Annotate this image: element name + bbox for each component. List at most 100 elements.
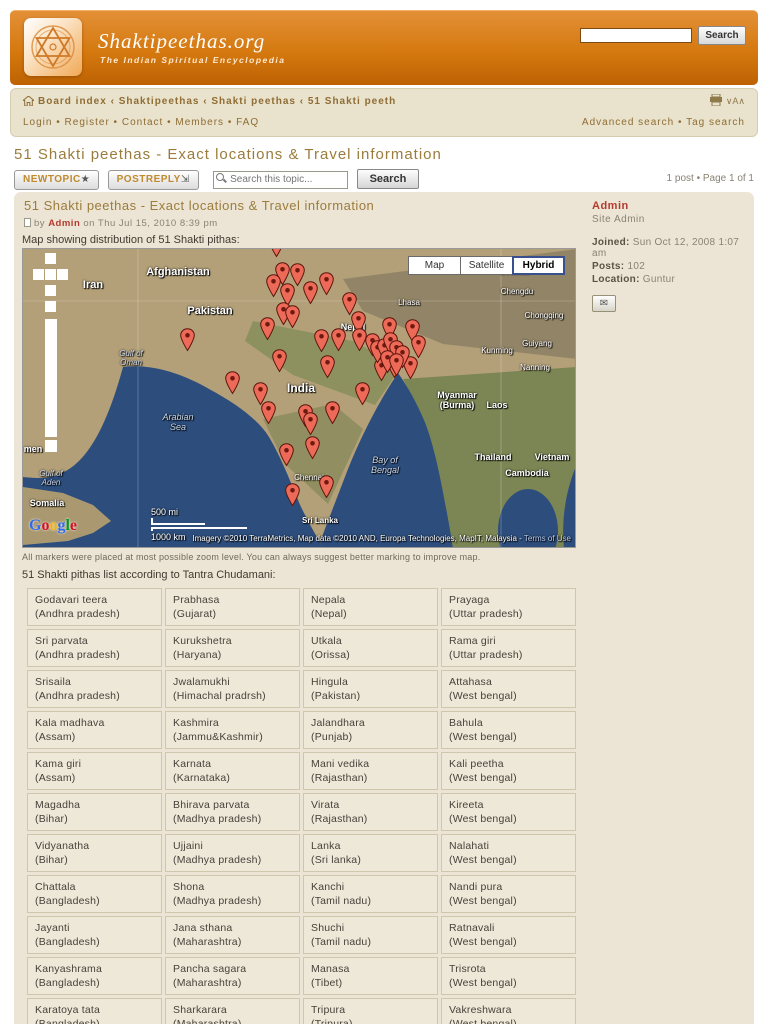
map-marker-icon[interactable] (279, 443, 294, 467)
profile-username[interactable]: Admin (592, 200, 750, 212)
nav-link-tag-search[interactable]: Tag search (686, 117, 745, 128)
map-marker-icon[interactable] (331, 328, 346, 352)
map-marker-icon[interactable] (320, 355, 335, 379)
pitha-cell: Prabhasa (Gujarat) (165, 588, 300, 626)
pitha-cell: Mani vedika (Rajasthan) (303, 752, 438, 790)
breadcrumb-link[interactable]: 51 Shakti peeth (308, 96, 396, 107)
post-byline: by Admin on Thu Jul 15, 2010 8:39 pm (24, 218, 218, 229)
pitha-cell: Jalandhara (Punjab) (303, 711, 438, 749)
map-marker-icon[interactable] (180, 328, 195, 352)
map-marker-icon[interactable] (261, 401, 276, 425)
map-type-map[interactable]: Map (408, 256, 461, 275)
nav-link-contact[interactable]: Contact (122, 117, 163, 128)
pitha-cell: Manasa (Tibet) (303, 957, 438, 995)
pitha-cell: Kurukshetra (Haryana) (165, 629, 300, 667)
profile-posts: Posts: 102 (592, 261, 646, 272)
nav-link-login[interactable]: Login (23, 117, 52, 128)
pitha-cell: Nepala (Nepal) (303, 588, 438, 626)
list-heading: 51 Shakti pithas list according to Tantr… (22, 569, 276, 581)
table-row: Karatoya tata (Bangladesh) Sharkarara (Maha… (27, 998, 576, 1024)
post-title[interactable]: 51 Shakti peethas - Exact locations & Tr… (24, 198, 374, 213)
nav-link-register[interactable]: Register (65, 117, 110, 128)
pitha-table: Godavari teera (Andhra pradesh) Prabhasa (G… (24, 585, 579, 1024)
map-marker-icon[interactable] (285, 483, 300, 507)
map-label: Aden (41, 478, 61, 487)
map-label: Sri Lanka (301, 516, 339, 525)
email-button[interactable]: ✉ (592, 295, 616, 312)
print-icon[interactable] (709, 93, 723, 107)
breadcrumb: Board index ‹ Shaktipeethas ‹ Shakti pee… (23, 96, 396, 107)
pitha-cell: Prayaga (Uttar pradesh) (441, 588, 576, 626)
pitha-cell: Bahula (West bengal) (441, 711, 576, 749)
site-logo[interactable] (24, 18, 82, 76)
topic-search-button[interactable]: Search (356, 169, 420, 189)
table-row: Magadha (Bihar) Bhirava parvata (Madhya pra… (27, 793, 576, 831)
pitha-cell: Kali peetha (West bengal) (441, 752, 576, 790)
post-panel: 51 Shakti peethas - Exact locations & Tr… (14, 192, 754, 1024)
post-author-link[interactable]: Admin (48, 218, 80, 229)
nav-link-advanced-search[interactable]: Advanced search (582, 117, 674, 128)
map-marker-icon[interactable] (305, 436, 320, 460)
map-label: Somalia (29, 498, 65, 508)
site-search-input[interactable] (580, 28, 692, 43)
pitha-cell: Srisaila (Andhra pradesh) (27, 670, 162, 708)
map-label: Sea (169, 422, 187, 432)
post-icon[interactable] (24, 218, 31, 227)
table-row: Chattala (Bangladesh) Shona (Madhya pradesh… (27, 875, 576, 913)
post-reply-icon: ⇲ (180, 174, 190, 185)
email-icon: ✉ (599, 298, 609, 309)
pitha-cell: Kashmira (Jammu&Kashmir) (165, 711, 300, 749)
map-marker-icon[interactable] (269, 249, 284, 258)
map-label: Chongqing (524, 311, 564, 320)
google-logo[interactable]: Google (29, 517, 77, 535)
pitha-cell: Kanyashrama (Bangladesh) (27, 957, 162, 995)
map-marker-icon[interactable] (389, 353, 404, 377)
pitha-cell: Nalahati (West bengal) (441, 834, 576, 872)
map-marker-icon[interactable] (303, 412, 318, 436)
pitha-cell: Jwalamukhi (Himachal pradrsh) (165, 670, 300, 708)
site-banner: Shaktipeethas.org The Indian Spiritual E… (10, 10, 758, 85)
map-marker-icon[interactable] (319, 475, 334, 499)
breadcrumb-link[interactable]: Shaktipeethas (119, 96, 200, 107)
site-title[interactable]: Shaktipeethas.org (98, 29, 265, 54)
map-marker-icon[interactable] (225, 371, 240, 395)
table-row: Jayanti (Bangladesh) Jana sthana (Maharasht… (27, 916, 576, 954)
map-label: Pakistan (187, 305, 233, 317)
site-search-button[interactable]: Search (698, 26, 746, 45)
font-size-control[interactable]: ∨A∧ (726, 96, 745, 106)
map-marker-icon[interactable] (260, 317, 275, 341)
post-reply-button[interactable]: POSTREPLY⇲ (107, 170, 199, 190)
home-icon[interactable] (23, 96, 34, 106)
map-marker-icon[interactable] (314, 329, 329, 353)
map-marker-icon[interactable] (272, 349, 287, 373)
pitha-cell: Virata (Rajasthan) (303, 793, 438, 831)
nav-links-right: Advanced search • Tag search (581, 117, 745, 128)
map-marker-icon[interactable] (325, 401, 340, 425)
pitha-cell: Chattala (Bangladesh) (27, 875, 162, 913)
pitha-cell: Pancha sagara (Maharashtra) (165, 957, 300, 995)
map-label: Arabian (162, 412, 194, 422)
new-topic-button[interactable]: NEWTOPIC★ (14, 170, 100, 190)
map-marker-icon[interactable] (285, 305, 300, 329)
new-topic-icon: ★ (80, 174, 91, 185)
map-label: Gulf of (119, 349, 143, 358)
nav-link-faq[interactable]: FAQ (236, 117, 259, 128)
search-icon (216, 173, 225, 181)
map-type-satellite[interactable]: Satellite (460, 256, 513, 275)
map-label: Myanmar (437, 390, 477, 400)
breadcrumb-link[interactable]: Board index (38, 96, 107, 107)
nav-link-members[interactable]: Members (175, 117, 224, 128)
map-marker-icon[interactable] (303, 281, 318, 305)
terms-of-use-link[interactable]: Terms of Use (524, 534, 571, 543)
map-marker-icon[interactable] (319, 272, 334, 296)
breadcrumb-link[interactable]: Shakti peethas (211, 96, 296, 107)
map-type-hybrid[interactable]: Hybrid (512, 256, 565, 275)
map-marker-icon[interactable] (266, 274, 281, 298)
map-label: Nanning (520, 363, 550, 372)
pitha-cell: Kireeta (West bengal) (441, 793, 576, 831)
pitha-cell: Karatoya tata (Bangladesh) (27, 998, 162, 1024)
google-map[interactable]: IranAfghanistanPakistanIndiaChinaChengdu… (22, 248, 576, 548)
forum-page: Shaktipeethas.org The Indian Spiritual E… (0, 0, 768, 1024)
map-marker-icon[interactable] (355, 382, 370, 406)
topic-search-input[interactable] (213, 170, 349, 189)
